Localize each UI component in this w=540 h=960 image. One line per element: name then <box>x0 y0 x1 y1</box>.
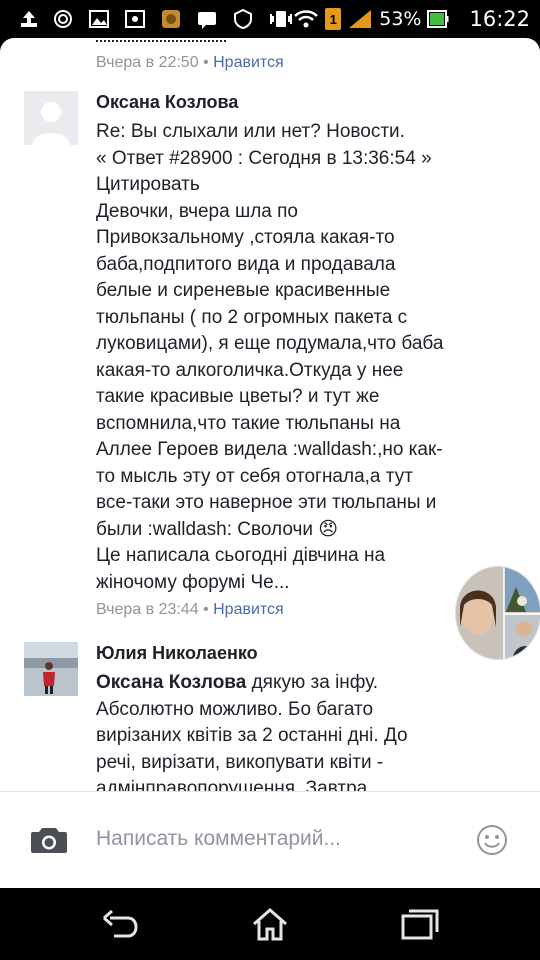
comment-time: Вчера в 23:44 <box>96 601 199 618</box>
comment-body: Оксана Козлова Re: Вы слыхали или нет? Н… <box>96 91 526 620</box>
comment-author[interactable]: Юлия Николаенко <box>96 642 526 664</box>
comment-input[interactable] <box>96 822 456 856</box>
like-link[interactable]: Нравится <box>213 54 284 71</box>
recents-icon[interactable] <box>400 906 440 942</box>
previous-comment-fragment <box>96 38 226 42</box>
upload-icon <box>21 11 37 27</box>
meta-separator: • <box>203 54 214 71</box>
like-link[interactable]: Нравится <box>213 601 284 618</box>
meta-separator: • <box>203 601 214 618</box>
wifi-icon <box>294 10 319 28</box>
comment-text: Оксана Козлова дякую за інфу. Абсолютно … <box>96 670 526 803</box>
battery-icon <box>427 10 449 28</box>
avatar[interactable] <box>24 91 78 145</box>
sync-icon <box>54 10 72 28</box>
comment-composer <box>0 791 540 887</box>
sim-indicator-label: 1 <box>329 11 337 27</box>
gallery-icon <box>89 10 109 28</box>
chat-head-photo <box>456 567 540 659</box>
avatar[interactable] <box>24 642 78 696</box>
back-icon[interactable] <box>100 906 140 942</box>
home-icon[interactable] <box>250 906 290 942</box>
user-photo <box>24 642 78 696</box>
message-icon <box>198 12 216 29</box>
status-bar: 1 53% 16:22 <box>0 0 540 38</box>
comment-body: Юлия Николаенко Оксана Козлова дякую за … <box>96 642 526 803</box>
comments-view[interactable]: Вчера в 22:50 • Нравится Оксана Козлова … <box>0 38 540 888</box>
signal-icon <box>349 10 372 28</box>
comment-meta-0: Вчера в 22:50 • Нравится <box>96 53 284 73</box>
comment-time: Вчера в 22:50 <box>96 54 199 71</box>
default-avatar-icon <box>24 91 78 145</box>
camera-icon[interactable] <box>30 826 68 854</box>
navigation-bar <box>0 888 540 960</box>
picture-icon <box>125 10 145 28</box>
comment-author[interactable]: Оксана Козлова <box>96 91 526 113</box>
vibrate-icon <box>270 11 292 27</box>
shield-icon <box>234 8 252 30</box>
app-notification-icon <box>162 10 180 28</box>
comment-text: Re: Вы слыхали или нет? Новости. « Ответ… <box>96 121 444 593</box>
battery-percent: 53% <box>379 8 422 30</box>
status-right: 1 53% 16:22 <box>293 0 530 38</box>
sim-indicator: 1 <box>325 8 342 30</box>
mention-link[interactable]: Оксана Козлова <box>96 672 246 693</box>
clock: 16:22 <box>469 7 530 31</box>
chat-head[interactable] <box>455 566 540 660</box>
emoji-icon[interactable] <box>476 824 508 856</box>
phone-screen: 1 53% 16:22 Вчера в 22:50 • Нравится Окс… <box>0 0 540 960</box>
